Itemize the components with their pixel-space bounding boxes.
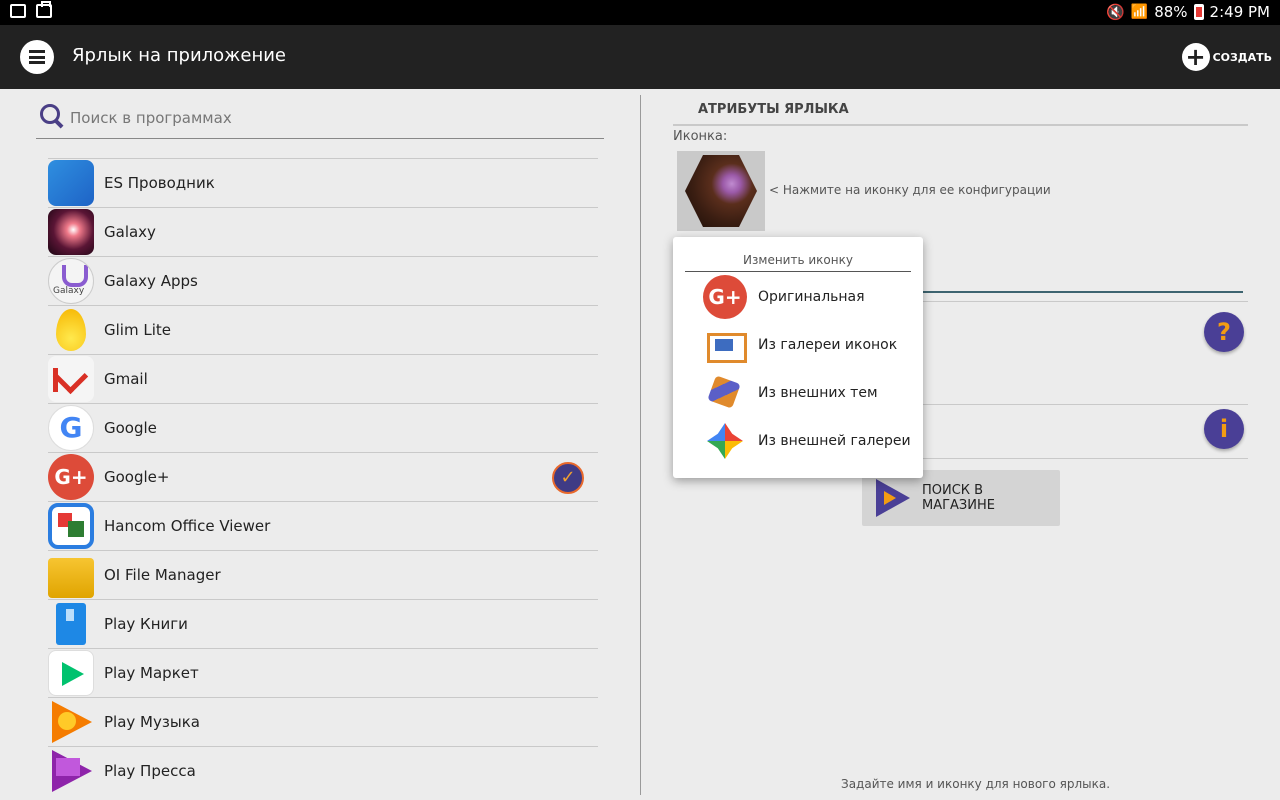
app-name: Gmail — [104, 370, 148, 388]
app-name: Google — [104, 419, 157, 437]
app-row-oi-file-manager[interactable]: OI File Manager — [48, 550, 598, 599]
change-icon-popup: Изменить иконку G+ Оригинальная Из галер… — [673, 237, 923, 478]
app-name: Hancom Office Viewer — [104, 517, 271, 535]
app-list-panel: ES Проводник Galaxy Galaxy Galaxy Apps G… — [0, 89, 640, 800]
app-row-play-market[interactable]: Play Маркет — [48, 648, 598, 697]
glim-lite-icon — [48, 307, 94, 353]
app-row-hancom[interactable]: Hancom Office Viewer — [48, 501, 598, 550]
popup-item-original[interactable]: G+ Оригинальная — [703, 274, 923, 320]
search-bar — [36, 101, 604, 139]
app-name: Play Книги — [104, 615, 188, 633]
icon-label: Иконка: — [673, 129, 728, 144]
hexagon-image-icon — [685, 155, 757, 227]
play-music-icon — [48, 699, 94, 745]
app-row-google[interactable]: G Google — [48, 403, 598, 452]
wifi-icon: 📶 — [1130, 4, 1149, 20]
play-books-icon — [48, 601, 94, 647]
folder-icon — [48, 558, 94, 598]
popup-item-label: Из внешних тем — [758, 385, 878, 401]
store-button-label: ПОИСК В МАГАЗИНЕ — [922, 483, 995, 513]
play-press-icon — [48, 748, 94, 794]
search-icon — [40, 104, 60, 124]
popup-item-label: Из внешней галереи — [758, 433, 911, 449]
popup-title: Изменить иконку — [743, 253, 853, 267]
app-name: Google+ — [104, 468, 170, 486]
popup-item-icon-gallery[interactable]: Из галереи иконок — [703, 322, 923, 368]
popup-divider — [685, 271, 911, 272]
popup-item-label: Оригинальная — [758, 289, 865, 305]
app-list: ES Проводник Galaxy Galaxy Galaxy Apps G… — [48, 158, 598, 795]
info-button[interactable]: i — [1204, 409, 1244, 449]
app-row-play-music[interactable]: Play Музыка — [48, 697, 598, 746]
galaxy-apps-icon-text: Galaxy — [53, 286, 85, 296]
popup-item-label: Из галереи иконок — [758, 337, 898, 353]
google-plus-icon: G+ — [48, 454, 94, 500]
shortcut-icon-preview[interactable] — [677, 151, 765, 231]
app-name: OI File Manager — [104, 566, 221, 584]
create-label: СОЗДАТЬ — [1212, 50, 1272, 64]
popup-item-external-gallery[interactable]: Из внешней галереи — [703, 418, 923, 464]
app-row-galaxy-apps[interactable]: Galaxy Galaxy Apps — [48, 256, 598, 305]
gallery-icon — [703, 323, 747, 367]
battery-icon — [1193, 4, 1204, 20]
app-title: Ярлык на приложение — [72, 45, 287, 66]
create-button[interactable]: + СОЗДАТЬ — [1181, 43, 1272, 71]
section-divider — [673, 124, 1248, 126]
app-row-play-books[interactable]: Play Книги — [48, 599, 598, 648]
play-market-icon — [48, 650, 94, 696]
app-logo-icon[interactable] — [20, 40, 54, 74]
app-bar: Ярлык на приложение + СОЗДАТЬ — [0, 25, 1280, 89]
app-name: Galaxy Apps — [104, 272, 198, 290]
search-input[interactable] — [70, 105, 590, 131]
app-name: Play Музыка — [104, 713, 200, 731]
google-plus-icon: G+ — [703, 275, 747, 319]
app-row-glim-lite[interactable]: Glim Lite — [48, 305, 598, 354]
status-bar: 🔇 📶 88% 2:49 PM — [0, 0, 1280, 25]
app-name: ES Проводник — [104, 174, 215, 192]
app-name: Glim Lite — [104, 321, 171, 339]
google-icon: G — [48, 405, 94, 451]
app-row-play-press[interactable]: Play Пресса — [48, 746, 598, 795]
play-store-icon — [876, 479, 910, 517]
app-name: Galaxy — [104, 223, 156, 241]
store-search-button[interactable]: ПОИСК В МАГАЗИНЕ — [862, 470, 1060, 526]
themes-icon — [703, 371, 747, 415]
footer-hint: Задайте имя и иконку для нового ярлыка. — [841, 777, 1111, 791]
app-row-es-explorer[interactable]: ES Проводник — [48, 158, 598, 207]
icon-hint: < Нажмите на иконку для ее конфигурации — [769, 183, 1051, 197]
help-button[interactable]: ? — [1204, 312, 1244, 352]
gmail-icon — [48, 356, 94, 402]
mute-icon: 🔇 — [1106, 3, 1125, 21]
hancom-icon — [48, 503, 94, 549]
popup-item-external-themes[interactable]: Из внешних тем — [703, 370, 923, 416]
app-row-gmail[interactable]: Gmail — [48, 354, 598, 403]
es-explorer-icon — [48, 160, 94, 206]
galaxy-icon — [48, 209, 94, 255]
app-name: Play Пресса — [104, 762, 196, 780]
section-header: АТРИБУТЫ ЯРЛЫКА — [698, 102, 849, 117]
photos-icon — [703, 419, 747, 463]
clock: 2:49 PM — [1209, 3, 1270, 21]
plus-icon: + — [1181, 43, 1210, 71]
selected-check-icon: ✓ — [552, 462, 584, 494]
image-notification-icon — [10, 4, 26, 18]
app-row-galaxy[interactable]: Galaxy — [48, 207, 598, 256]
battery-percent: 88% — [1154, 3, 1188, 21]
name-field-underline[interactable] — [923, 291, 1243, 293]
bag-notification-icon — [36, 1, 52, 18]
app-row-google-plus[interactable]: G+ Google+ ✓ — [48, 452, 598, 501]
app-name: Play Маркет — [104, 664, 199, 682]
galaxy-apps-icon: Galaxy — [48, 258, 94, 304]
